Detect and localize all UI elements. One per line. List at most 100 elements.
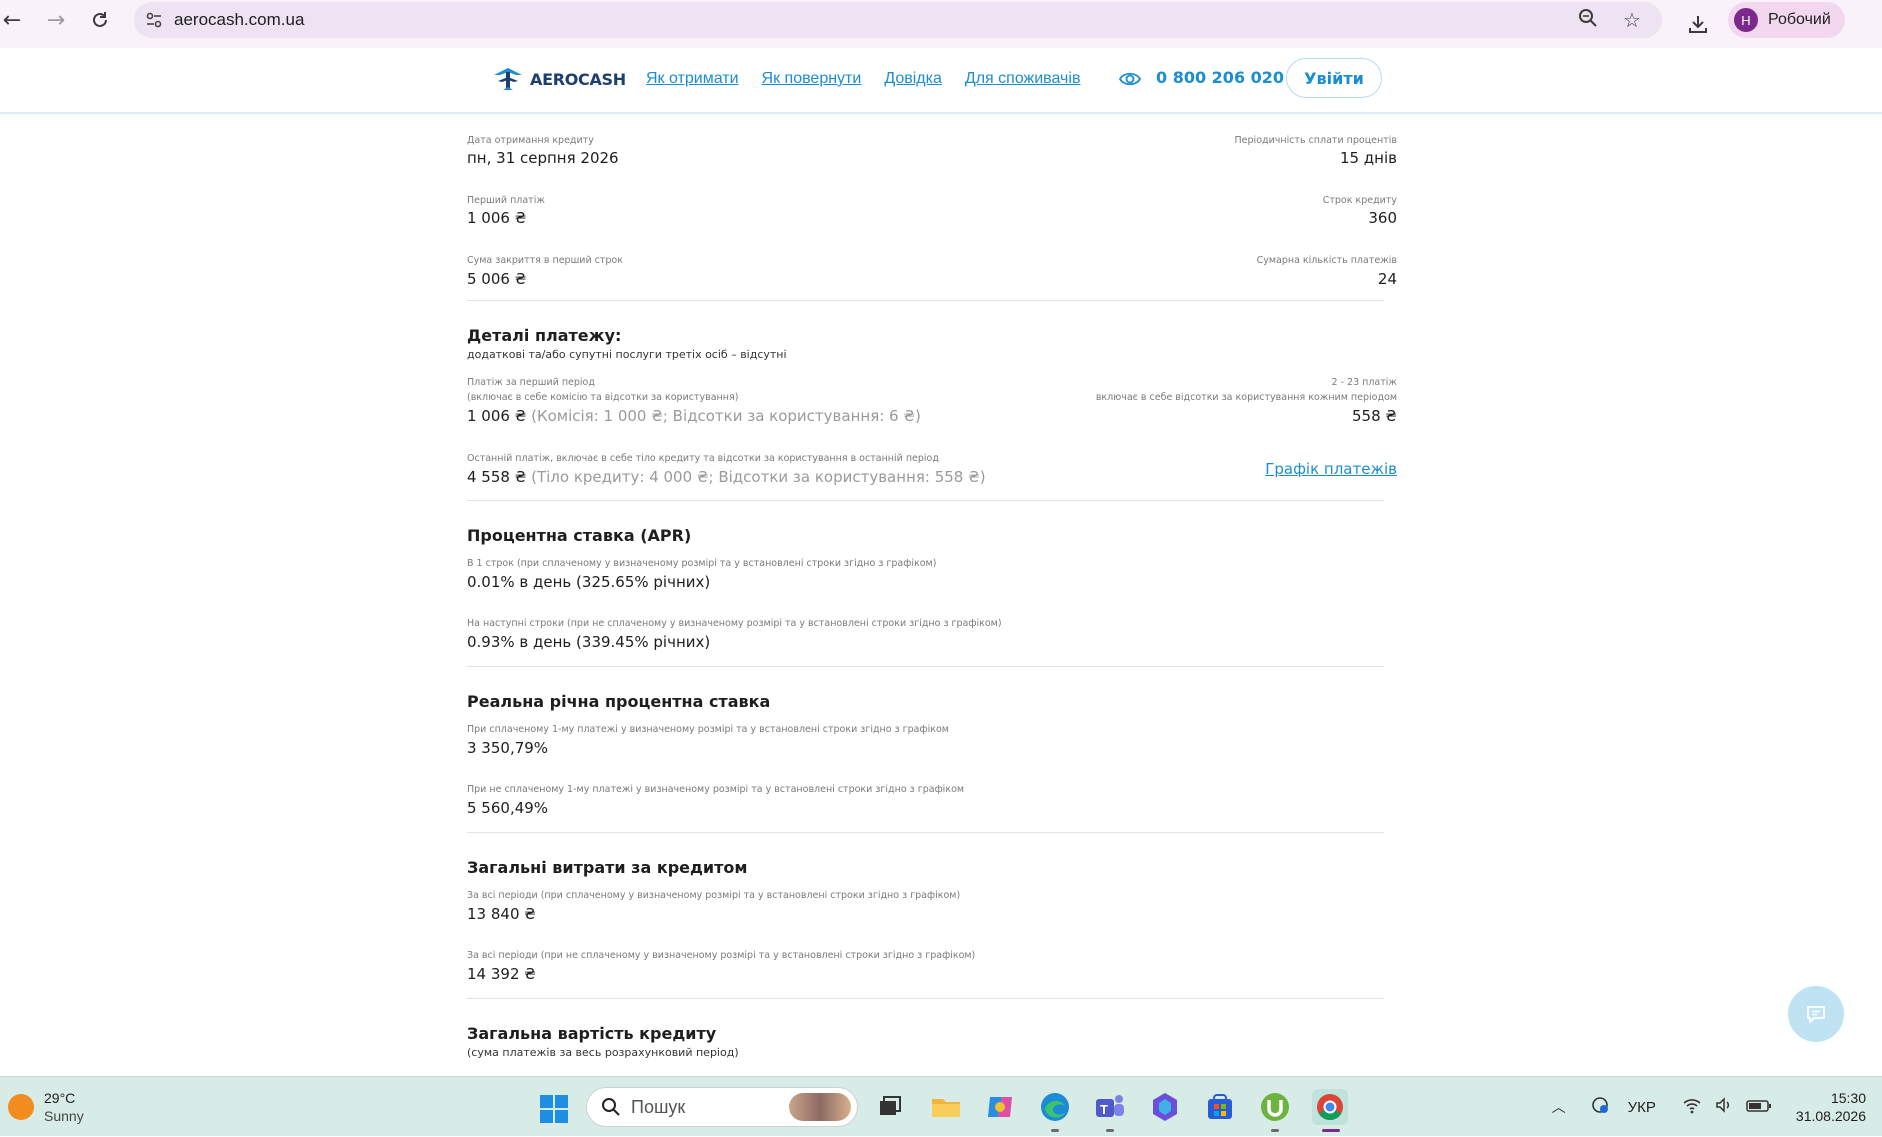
closing-sum-value: 5 006 ₴	[467, 270, 527, 288]
avatar: Н	[1734, 8, 1758, 32]
divider	[467, 832, 1384, 833]
edge-browser-icon[interactable]	[1037, 1089, 1073, 1125]
clock-time: 15:30	[1830, 1090, 1866, 1106]
interest-period-label: Періодичність сплати процентів	[1234, 135, 1397, 146]
payment-schedule-link[interactable]: Графік платежів	[1265, 460, 1397, 478]
apr-value-1: 0.01% в день (325.65% річних)	[467, 573, 711, 591]
logo[interactable]: AEROCASH	[492, 64, 626, 94]
running-indicator	[1271, 1129, 1279, 1132]
eye-icon[interactable]	[1118, 67, 1142, 91]
payments-count-value: 24	[1377, 270, 1397, 288]
apr-label-1: В 1 строк (при сплаченому у визначеному …	[467, 558, 937, 569]
divider	[467, 300, 1384, 301]
file-explorer-icon[interactable]	[928, 1089, 964, 1125]
payments-count-label: Сумарна кількість платежів	[1256, 255, 1397, 266]
utorrent-icon[interactable]	[1257, 1089, 1293, 1125]
total-costs-value-2: 14 392 ₴	[467, 965, 536, 983]
loan-term-value: 360	[1368, 209, 1397, 227]
chevron-up-icon[interactable]: ︿	[1552, 1097, 1566, 1117]
chat-button[interactable]	[1788, 986, 1844, 1042]
reload-icon[interactable]	[78, 0, 122, 40]
windows-start-icon[interactable]	[540, 1095, 568, 1123]
first-period-amount: 1 006 ₴	[467, 407, 527, 425]
taskbar-search[interactable]: Пошук	[586, 1087, 858, 1127]
m365-icon[interactable]	[1147, 1089, 1183, 1125]
total-costs-value-1: 13 840 ₴	[467, 905, 536, 923]
site-settings-icon[interactable]	[134, 11, 174, 29]
download-icon[interactable]	[1680, 6, 1716, 42]
nav-how-to-get[interactable]: Як отримати	[646, 70, 739, 88]
nav-for-consumers[interactable]: Для споживачів	[965, 70, 1081, 88]
profile-label: Робочий	[1768, 11, 1831, 28]
mid-payments-value: 558 ₴	[1351, 407, 1397, 425]
forward-icon[interactable]: →	[34, 0, 78, 40]
airplane-logo-icon	[494, 68, 522, 90]
logo-text: AEROCASH	[530, 69, 626, 89]
phone-dropdown[interactable]: 0 800 206 020	[1156, 68, 1305, 87]
language-indicator[interactable]: УКР	[1628, 1099, 1656, 1116]
apr-label-2: На наступні строки (при не сплаченому у …	[467, 618, 1002, 629]
nav-how-to-return[interactable]: Як повернути	[762, 70, 862, 88]
issue-date-label: Дата отримання кредиту	[467, 135, 594, 146]
chrome-icon[interactable]	[1312, 1089, 1348, 1125]
first-period-breakdown: (Комісія: 1 000 ₴; Відсотки за користува…	[531, 407, 921, 425]
payment-details-title: Деталі платежу:	[467, 326, 622, 345]
bookmark-star-icon[interactable]: ☆	[1612, 8, 1652, 32]
apr-title: Процентна ставка (APR)	[467, 526, 692, 545]
running-indicator	[1106, 1129, 1114, 1132]
profile-button[interactable]: Н Робочий	[1728, 2, 1845, 38]
weather-temp: 29°C	[44, 1090, 76, 1106]
copilot-icon[interactable]	[982, 1089, 1018, 1125]
site-header: AEROCASH Як отримати Як повернути Довідк…	[0, 48, 1882, 114]
volume-icon[interactable]	[1714, 1096, 1734, 1118]
first-period-label: Платіж за перший період	[467, 377, 595, 388]
closing-sum-label: Сума закриття в перший строк	[467, 255, 623, 266]
real-rate-title: Реальна річна процентна ставка	[467, 692, 771, 711]
search-highlight-image	[789, 1093, 851, 1121]
real-rate-label-1: При сплаченому 1-му платежі у визначеном…	[467, 724, 949, 735]
divider	[467, 998, 1384, 999]
real-rate-label-2: При не сплаченому 1-му платежі у визначе…	[467, 784, 965, 795]
real-rate-value-2: 5 560,49%	[467, 799, 549, 817]
back-icon[interactable]: ←	[0, 0, 34, 40]
first-payment-value: 1 006 ₴	[467, 209, 527, 227]
interest-period-value: 15 днів	[1339, 149, 1397, 167]
wifi-icon[interactable]	[1682, 1096, 1702, 1118]
total-value-subtitle: (сума платежів за весь розрахунковий пер…	[467, 1046, 739, 1059]
task-view-icon[interactable]	[872, 1089, 908, 1125]
apr-value-2: 0.93% в день (339.45% річних)	[467, 633, 711, 651]
running-indicator	[1051, 1129, 1059, 1132]
taskbar: 29°C Sunny Пошук T ︿ УКР 15:30 31.08.202…	[0, 1076, 1882, 1136]
teams-icon[interactable]: T	[1092, 1089, 1128, 1125]
battery-icon[interactable]	[1746, 1098, 1772, 1117]
total-costs-title: Загальні витрати за кредитом	[467, 858, 748, 877]
clock[interactable]: 15:30 31.08.2026	[1796, 1089, 1866, 1125]
real-rate-value-1: 3 350,79%	[467, 739, 549, 757]
last-payment-value: 4 558 ₴ (Тіло кредиту: 4 000 ₴; Відсотки…	[467, 467, 986, 487]
browser-toolbar: ← → aerocash.com.ua ☆ Н Робочий	[0, 0, 1882, 48]
login-button[interactable]: Увійти	[1286, 58, 1382, 98]
search-placeholder: Пошук	[631, 1096, 686, 1117]
zoom-icon[interactable]	[1568, 8, 1608, 33]
phone-number: 0 800 206 020	[1156, 68, 1285, 87]
first-period-sublabel: (включає в себе комісію та відсотки за к…	[467, 392, 739, 403]
total-value-title: Загальна вартість кредиту	[467, 1024, 717, 1043]
divider	[467, 666, 1384, 667]
store-icon[interactable]	[1202, 1089, 1238, 1125]
chat-icon	[1807, 1006, 1825, 1023]
divider	[467, 500, 1384, 501]
loan-term-label: Строк кредиту	[1322, 195, 1397, 206]
url-text: aerocash.com.ua	[174, 10, 305, 29]
payment-details-subtitle: додаткові та/або супутні послуги третіх …	[467, 348, 787, 361]
running-indicator	[1322, 1129, 1340, 1132]
sun-icon	[8, 1094, 34, 1120]
weather-widget[interactable]: 29°C Sunny	[8, 1089, 84, 1125]
last-payment-label: Останній платіж, включає в себе тіло кре…	[467, 453, 939, 464]
network-status-icon[interactable]	[1590, 1095, 1610, 1119]
nav-help[interactable]: Довідка	[884, 70, 942, 88]
address-bar[interactable]: aerocash.com.ua ☆	[134, 2, 1662, 38]
system-tray: ︿ УКР 15:30 31.08.2026	[1552, 1077, 1882, 1137]
main-nav: Як отримати Як повернути Довідка Для спо…	[646, 70, 1080, 88]
search-icon	[602, 1098, 620, 1116]
first-payment-label: Перший платіж	[467, 195, 545, 206]
